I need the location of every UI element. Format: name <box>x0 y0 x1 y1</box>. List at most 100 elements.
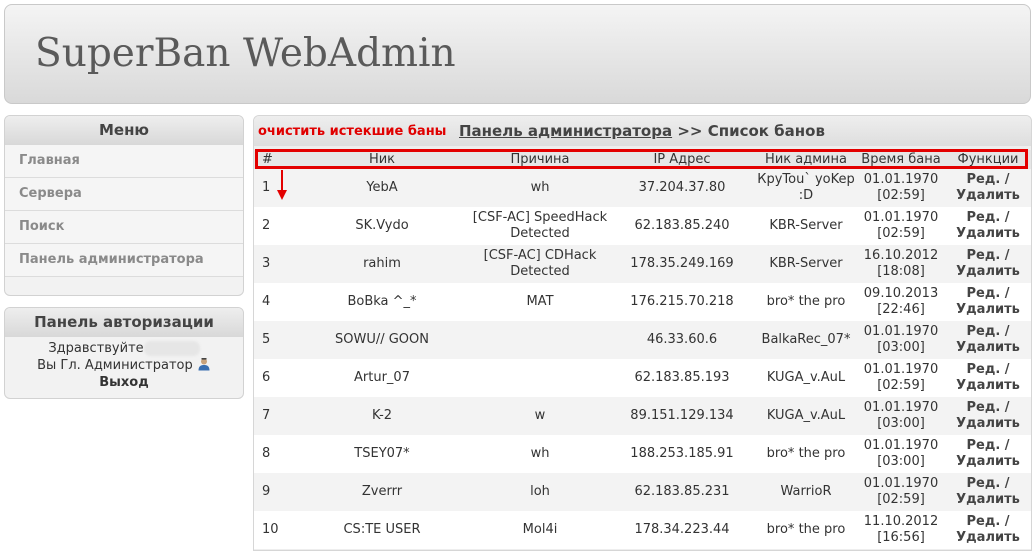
ban-date: 01.01.1970 <box>863 172 939 187</box>
delete-link[interactable]: Удалить <box>944 378 1031 394</box>
cell-functions: Ред. / Удалить <box>944 283 1031 321</box>
admin-user-icon <box>197 357 211 371</box>
purge-expired-bans-link[interactable]: очистить истекшие баны <box>258 124 446 139</box>
cell-ip: 188.253.185.91 <box>610 435 754 473</box>
auth-greeting: Здравствуйте <box>48 341 144 356</box>
ban-time: [02:59] <box>877 226 925 241</box>
ban-time: [03:00] <box>877 454 925 469</box>
cell-functions: Ред. / Удалить <box>944 169 1031 207</box>
cell-reason <box>470 321 610 359</box>
cell-functions: Ред. / Удалить <box>944 207 1031 245</box>
cell-functions: Ред. / Удалить <box>944 397 1031 435</box>
cell-ip: 62.183.85.231 <box>610 473 754 511</box>
ban-date: 01.01.1970 <box>863 438 939 453</box>
ban-time: [03:00] <box>877 416 925 431</box>
cell-ip: 62.183.85.240 <box>610 207 754 245</box>
cell-time: 01.01.1970 [03:00] <box>858 321 944 359</box>
cell-time: 01.01.1970 [02:59] <box>858 169 944 207</box>
cell-ip: 178.35.249.169 <box>610 245 754 283</box>
cell-admin: bro* the pro <box>754 283 858 321</box>
cell-ip: 62.183.85.193 <box>610 359 754 397</box>
table-row: 5 SOWU// GOON 46.33.60.6 BalkaRec_07* 01… <box>254 321 1031 359</box>
table-row: 6 Artur_07 62.183.85.193 KUGA_v.AuL 01.0… <box>254 359 1031 397</box>
col-header-reason: Причина <box>470 150 610 169</box>
cell-ip: 178.34.223.44 <box>610 511 754 549</box>
edit-link[interactable]: Ред. / <box>944 324 1031 340</box>
edit-link[interactable]: Ред. / <box>944 514 1031 530</box>
cell-num: 5 <box>254 321 294 359</box>
ban-date: 01.01.1970 <box>863 210 939 225</box>
logout-link[interactable]: Выход <box>5 374 243 391</box>
cell-num: 7 <box>254 397 294 435</box>
delete-link[interactable]: Удалить <box>944 264 1031 280</box>
cell-time: 01.01.1970 [02:59] <box>858 473 944 511</box>
ban-time: [03:00] <box>877 340 925 355</box>
cell-reason: wh <box>470 435 610 473</box>
cell-admin: KBR-Server <box>754 207 858 245</box>
delete-link[interactable]: Удалить <box>944 226 1031 242</box>
cell-ip: 37.204.37.80 <box>610 169 754 207</box>
panel-topbar: очистить истекшие баны Панель администра… <box>254 116 1031 146</box>
breadcrumb-admin-panel-link[interactable]: Панель администратора <box>459 122 672 140</box>
cell-functions: Ред. / Удалить <box>944 473 1031 511</box>
cell-admin: KUGA_v.AuL <box>754 397 858 435</box>
edit-link[interactable]: Ред. / <box>944 248 1031 264</box>
cell-functions: Ред. / Удалить <box>944 435 1031 473</box>
ban-date: 09.10.2013 <box>863 286 939 301</box>
annotation-arrow-down-icon <box>277 190 287 200</box>
edit-link[interactable]: Ред. / <box>944 400 1031 416</box>
delete-link[interactable]: Удалить <box>944 302 1031 318</box>
edit-link[interactable]: Ред. / <box>944 362 1031 378</box>
delete-link[interactable]: Удалить <box>944 530 1031 546</box>
cell-nick: TSEY07* <box>294 435 470 473</box>
menu-item-search[interactable]: Поиск <box>5 211 243 244</box>
cell-nick: CS:TE USER <box>294 511 470 549</box>
table-row: 7 K-2 w 89.151.129.134 KUGA_v.AuL 01.01.… <box>254 397 1031 435</box>
auth-greeting-line: Здравствуйте <box>5 340 243 357</box>
auth-role: Вы Гл. Администратор <box>37 358 193 373</box>
cell-nick: SK.Vydo <box>294 207 470 245</box>
col-header-admin: Ник админа <box>754 150 858 169</box>
menu-item-home[interactable]: Главная <box>5 145 243 178</box>
cell-nick: SOWU// GOON <box>294 321 470 359</box>
cell-admin: КруTou` yoKep :D <box>754 169 858 207</box>
bans-table: # Ник Причина IP Адрес Ник админа Время … <box>254 150 1031 549</box>
edit-link[interactable]: Ред. / <box>944 172 1031 188</box>
delete-link[interactable]: Удалить <box>944 454 1031 470</box>
cell-reason: Mol4i <box>470 511 610 549</box>
table-row: 2 SK.Vydo [CSF-AC] SpeedHack Detected 62… <box>254 207 1031 245</box>
edit-link[interactable]: Ред. / <box>944 438 1031 454</box>
table-row: 9 Zverrr loh 62.183.85.231 WarrioR 01.01… <box>254 473 1031 511</box>
breadcrumb: Панель администратора >> Список банов <box>459 122 825 140</box>
cell-time: 16.10.2012 [18:08] <box>858 245 944 283</box>
col-header-functions: Функции <box>944 150 1031 169</box>
site-header: SuperBan WebAdmin <box>4 4 1031 104</box>
blurred-username <box>143 341 200 356</box>
breadcrumb-separator: >> <box>677 122 703 140</box>
cell-num: 8 <box>254 435 294 473</box>
cell-time: 09.10.2013 [22:46] <box>858 283 944 321</box>
site-title: SuperBan WebAdmin <box>35 31 456 76</box>
breadcrumb-current: Список банов <box>707 122 825 140</box>
edit-link[interactable]: Ред. / <box>944 210 1031 226</box>
edit-link[interactable]: Ред. / <box>944 286 1031 302</box>
cell-admin: bro* the pro <box>754 435 858 473</box>
delete-link[interactable]: Удалить <box>944 188 1031 204</box>
auth-box: Панель авторизации Здравствуйте Вы Гл. А… <box>4 307 244 399</box>
cell-reason: [CSF-AC] CDHack Detected <box>470 245 610 283</box>
delete-link[interactable]: Удалить <box>944 416 1031 432</box>
menu-item-admin-panel[interactable]: Панель администратора <box>5 244 243 277</box>
table-row: 10 CS:TE USER Mol4i 178.34.223.44 bro* t… <box>254 511 1031 549</box>
cell-nick: Zverrr <box>294 473 470 511</box>
menu-item-servers[interactable]: Сервера <box>5 178 243 211</box>
col-header-num: # <box>254 150 294 169</box>
ban-time: [22:46] <box>877 302 925 317</box>
ban-date: 11.10.2012 <box>863 514 939 529</box>
cell-num: 1 <box>254 169 294 207</box>
cell-num: 6 <box>254 359 294 397</box>
edit-link[interactable]: Ред. / <box>944 476 1031 492</box>
ban-date: 01.01.1970 <box>863 324 939 339</box>
delete-link[interactable]: Удалить <box>944 340 1031 356</box>
delete-link[interactable]: Удалить <box>944 492 1031 508</box>
cell-time: 01.01.1970 [02:59] <box>858 359 944 397</box>
